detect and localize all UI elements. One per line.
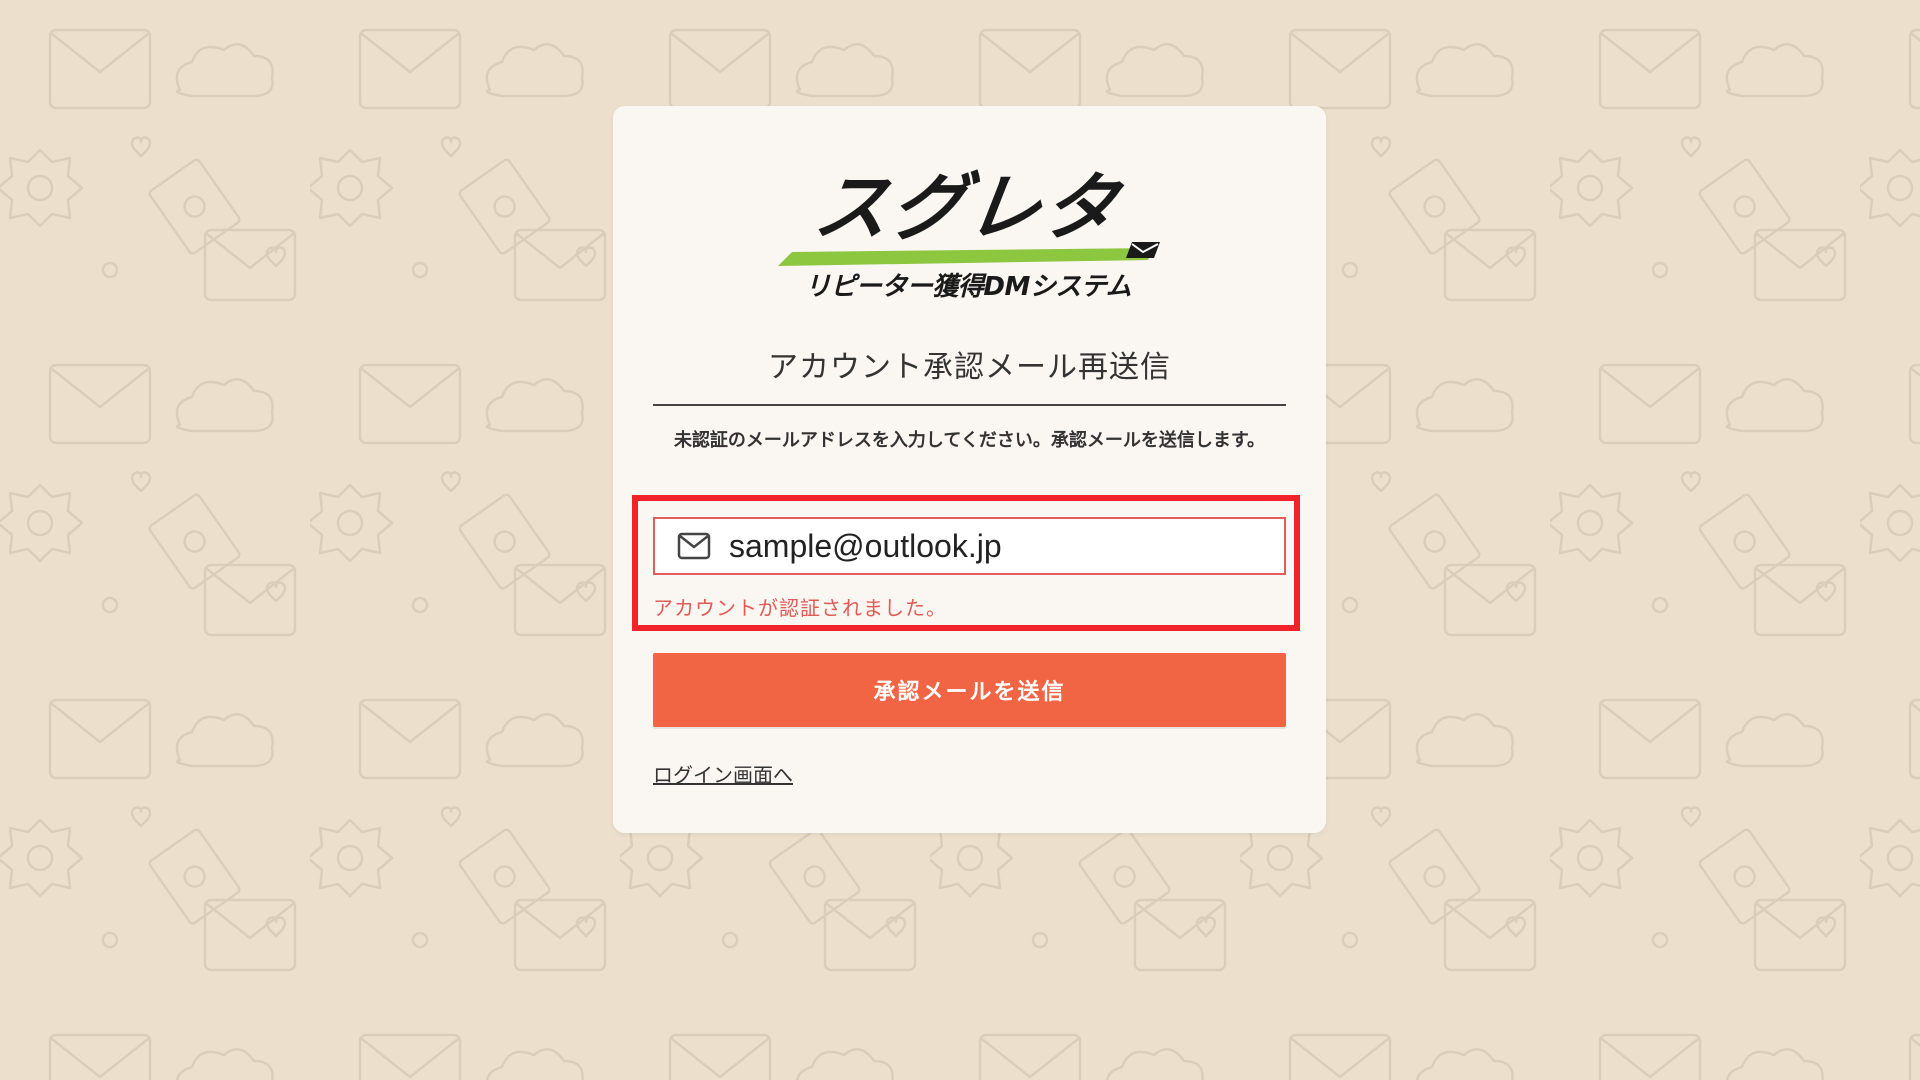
mail-icon bbox=[677, 532, 711, 560]
brand-logo: スグレタ リピーター獲得DMシステム bbox=[768, 148, 1168, 308]
page-title: アカウント承認メール再送信 bbox=[768, 350, 1171, 385]
email-input[interactable] bbox=[729, 525, 1269, 567]
login-link[interactable]: ログイン画面へ bbox=[653, 759, 793, 788]
title-divider bbox=[653, 404, 1286, 406]
email-field[interactable] bbox=[653, 517, 1286, 575]
logo-tagline: リピーター獲得DMシステム bbox=[804, 272, 1132, 302]
resend-card: スグレタ リピーター獲得DMシステム アカウント承認メール再送信 未認証のメール… bbox=[613, 106, 1326, 833]
status-message: アカウントが認証されました。 bbox=[653, 596, 947, 620]
page-description: 未認証のメールアドレスを入力してください。承認メールを送信します。 bbox=[673, 430, 1266, 451]
send-confirmation-button[interactable]: 承認メールを送信 bbox=[653, 653, 1286, 727]
logo-wordmark: スグレタ bbox=[809, 165, 1126, 251]
